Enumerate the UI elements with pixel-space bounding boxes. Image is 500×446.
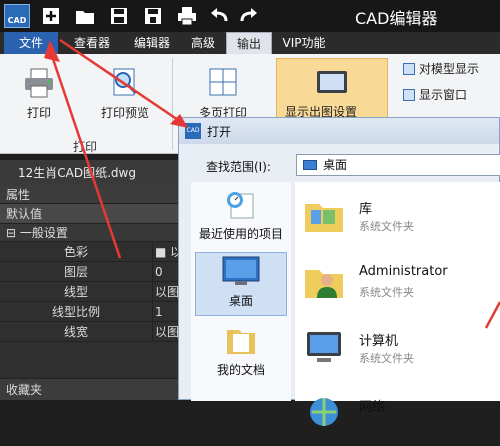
list-item[interactable]: 计算机 系统文件夹 bbox=[295, 318, 500, 380]
file-list: 库 系统文件夹 Administrator 系统文件夹 计算机 系统文件夹 网络 bbox=[295, 182, 500, 426]
display-window-label: 显示窗口 bbox=[419, 88, 468, 102]
desktop-icon bbox=[303, 160, 317, 170]
display-window-icon bbox=[403, 89, 415, 101]
print-group-label: 打印 bbox=[72, 140, 97, 154]
model-display-icon bbox=[403, 63, 415, 75]
window-title: CAD编辑器 bbox=[355, 9, 438, 28]
look-in-value: 桌面 bbox=[323, 158, 348, 172]
property-value[interactable]: 0 bbox=[152, 262, 180, 282]
desktop-place-icon bbox=[222, 256, 260, 285]
redo-icon[interactable] bbox=[238, 5, 260, 27]
print-icon[interactable] bbox=[176, 5, 198, 27]
menu-bar: 文件 查看器 编辑器 高级 输出 VIP功能 bbox=[0, 32, 500, 54]
print-label: 打印 bbox=[26, 106, 51, 120]
undo-icon[interactable] bbox=[208, 5, 230, 27]
file-name: 库 bbox=[359, 202, 373, 217]
file-name: 计算机 bbox=[359, 334, 399, 349]
model-display-label: 对模型显示 bbox=[419, 62, 480, 76]
print-preview-label: 打印预览 bbox=[100, 106, 149, 120]
properties-header: 属性 bbox=[0, 186, 180, 204]
dialog-titlebar[interactable]: CAD 打开 bbox=[179, 118, 499, 144]
property-value[interactable]: 1 bbox=[152, 302, 180, 322]
property-key: 线型比例 bbox=[51, 305, 100, 319]
multi-page-print-icon bbox=[209, 68, 237, 96]
file-name: 网络 bbox=[359, 400, 386, 415]
multi-page-print-button[interactable]: 多页打印 bbox=[188, 66, 258, 121]
property-value[interactable]: ■ 以 bbox=[152, 242, 180, 262]
list-item[interactable]: 库 系统文件夹 bbox=[295, 186, 500, 248]
monitor-icon bbox=[317, 71, 347, 93]
recent-items-icon bbox=[227, 192, 254, 219]
computer-icon bbox=[307, 332, 341, 362]
look-in-dropdown[interactable]: 桌面 bbox=[296, 154, 500, 176]
property-row[interactable]: 图层 0 bbox=[0, 262, 180, 282]
tab-output[interactable]: 输出 bbox=[226, 32, 272, 54]
file-name: Administrator bbox=[359, 264, 448, 279]
print-preview-icon bbox=[113, 68, 138, 96]
property-value[interactable]: 以图 bbox=[152, 322, 180, 342]
place-documents-label: 我的文档 bbox=[216, 363, 265, 377]
look-in-label: 查找范围(I): bbox=[206, 160, 271, 174]
file-type: 系统文件夹 bbox=[359, 286, 414, 299]
tab-file[interactable]: 文件 bbox=[4, 32, 58, 54]
model-display-option[interactable]: 对模型显示 bbox=[400, 60, 500, 78]
print-button[interactable]: 打印 bbox=[14, 66, 64, 121]
library-folder-icon bbox=[305, 204, 343, 232]
place-desktop[interactable]: 桌面 bbox=[195, 252, 287, 316]
user-folder-icon bbox=[305, 270, 343, 298]
file-type: 系统文件夹 bbox=[359, 220, 414, 233]
property-value[interactable]: 以图 bbox=[152, 282, 180, 302]
place-recent-label: 最近使用的项目 bbox=[198, 227, 283, 241]
new-file-icon[interactable] bbox=[40, 5, 62, 27]
tab-vip[interactable]: VIP功能 bbox=[276, 32, 332, 54]
property-key: 线宽 bbox=[63, 325, 88, 339]
place-recent[interactable]: 最近使用的项目 bbox=[195, 188, 287, 248]
property-key: 线型 bbox=[63, 285, 88, 299]
property-row[interactable]: 线型比例 1 bbox=[0, 302, 180, 322]
open-folder-icon[interactable] bbox=[74, 5, 96, 27]
display-window-option[interactable]: 显示窗口 bbox=[400, 86, 500, 104]
places-bar: 最近使用的项目 桌面 我的文档 bbox=[191, 182, 291, 401]
place-documents[interactable]: 我的文档 bbox=[195, 322, 287, 386]
open-dialog: CAD 打开 查找范围(I): 桌面 最近使用的项目 桌面 我的文档 库 系统文… bbox=[178, 117, 500, 426]
documents-folder-icon bbox=[227, 330, 255, 354]
save-as-icon[interactable] bbox=[142, 5, 164, 27]
property-row[interactable]: 色彩 ■ 以 bbox=[0, 242, 180, 262]
quick-access-bar: CAD CAD编辑器 bbox=[0, 0, 500, 32]
place-desktop-label: 桌面 bbox=[228, 294, 253, 308]
properties-panel: 属性 默认值 ⊟ 一般设置 色彩 ■ 以 图层 0 线型 以图 线型比例 1 线宽 以图 bbox=[0, 186, 180, 400]
property-row[interactable]: 线宽 以图 bbox=[0, 322, 180, 342]
general-settings-section[interactable]: ⊟ 一般设置 bbox=[0, 224, 180, 242]
network-icon bbox=[310, 398, 338, 426]
drawing-tab[interactable]: 12生肖CAD图纸.dwg bbox=[0, 160, 178, 186]
list-item[interactable]: Administrator 系统文件夹 bbox=[295, 252, 500, 314]
ribbon-separator bbox=[172, 58, 173, 150]
tab-advanced[interactable]: 高级 bbox=[182, 32, 224, 54]
property-key: 图层 bbox=[63, 265, 88, 279]
save-icon[interactable] bbox=[108, 5, 130, 27]
favorites-panel[interactable]: 收藏夹 bbox=[0, 378, 180, 400]
printer-icon bbox=[25, 68, 53, 98]
print-preview-button[interactable]: 打印预览 bbox=[90, 66, 160, 121]
display-print-settings-button[interactable]: 显示出图设置 bbox=[276, 58, 388, 119]
app-logo-icon[interactable]: CAD bbox=[4, 4, 30, 28]
property-row[interactable]: 线型 以图 bbox=[0, 282, 180, 302]
properties-dropdown[interactable]: 默认值 bbox=[0, 204, 180, 224]
dialog-title: 打开 bbox=[207, 125, 232, 139]
file-type: 系统文件夹 bbox=[359, 352, 414, 365]
property-key: 色彩 bbox=[63, 245, 88, 259]
tab-editor[interactable]: 编辑器 bbox=[124, 32, 180, 54]
list-item[interactable]: 网络 bbox=[295, 384, 500, 446]
tab-viewer[interactable]: 查看器 bbox=[62, 32, 122, 54]
dialog-app-icon: CAD bbox=[185, 123, 201, 139]
